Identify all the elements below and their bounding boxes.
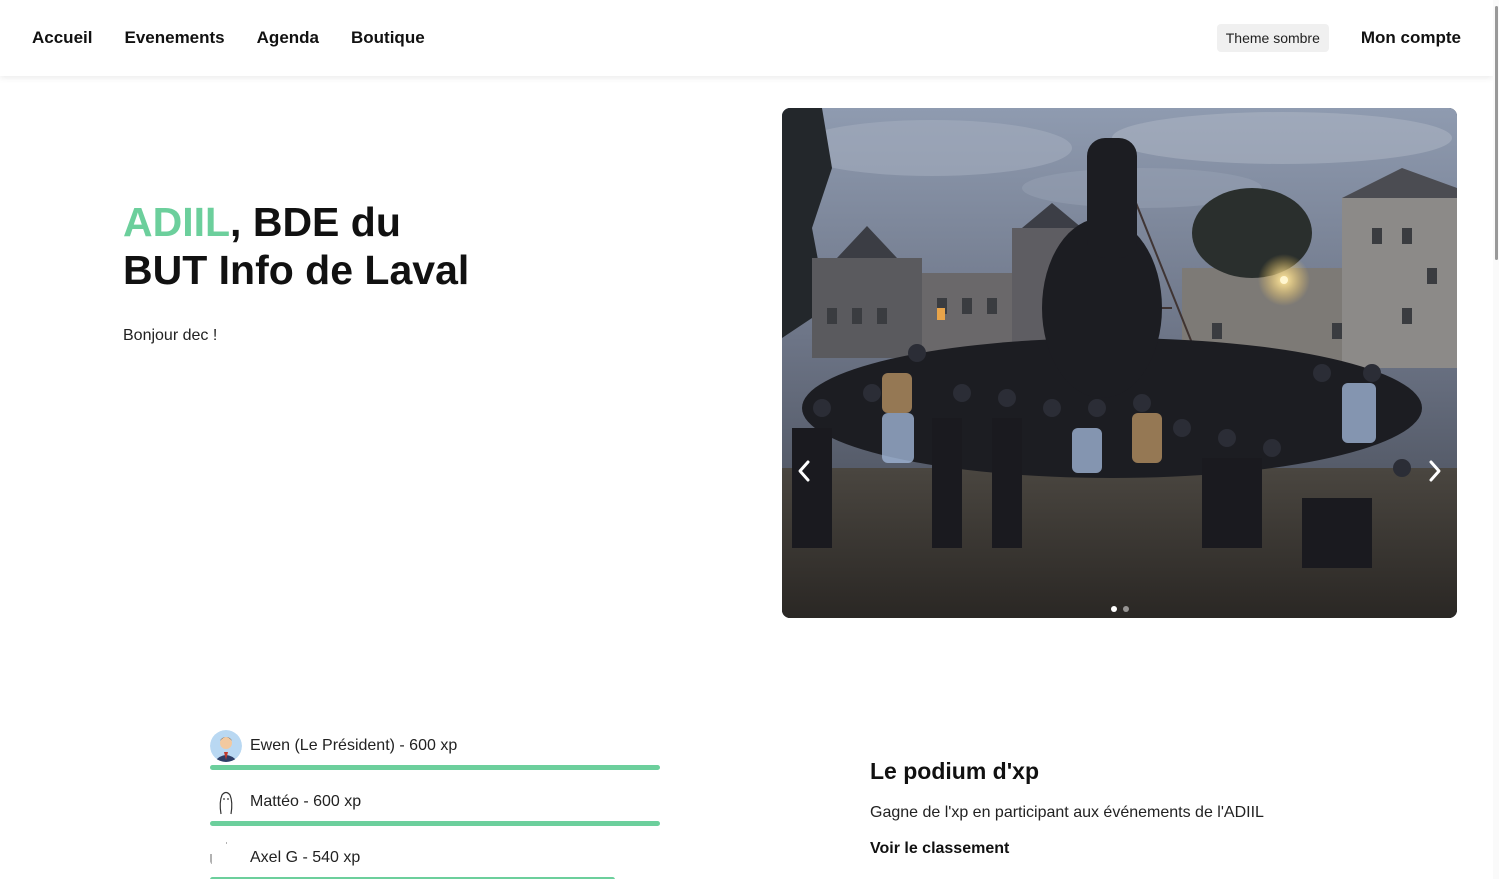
leaderboard-name: Axel G - 540 xp	[250, 849, 361, 866]
sketch-avatar-icon	[210, 786, 242, 818]
carousel-prev-button[interactable]	[790, 451, 818, 491]
theme-toggle-button[interactable]: Theme sombre	[1216, 24, 1329, 52]
nav-link-agenda[interactable]: Agenda	[257, 28, 319, 48]
navbar: Accueil Evenements Agenda Boutique Theme…	[0, 0, 1493, 76]
xp-progress-bar	[210, 821, 660, 826]
podium-description: Gagne de l'xp en participant aux événeme…	[870, 804, 1264, 821]
leaderboard-row: Ewen (Le Président) - 600 xp	[210, 728, 670, 784]
carousel-next-button[interactable]	[1421, 451, 1449, 491]
nav-link-boutique[interactable]: Boutique	[351, 28, 425, 48]
group-photo	[782, 108, 1457, 618]
scrollbar-thumb[interactable]	[1495, 6, 1498, 260]
leaderboard-row: Mattéo - 600 xp	[210, 784, 670, 840]
hero-greeting: Bonjour dec !	[123, 327, 218, 344]
leaderboard-name: Ewen (Le Président) - 600 xp	[250, 737, 458, 754]
carousel-dot-2[interactable]	[1122, 606, 1129, 612]
nav-link-evenements[interactable]: Evenements	[124, 28, 224, 48]
view-ranking-link[interactable]: Voir le classement	[870, 840, 1009, 858]
chevron-right-icon	[1429, 460, 1441, 482]
hero-title-rest: , BDE du	[230, 199, 401, 245]
nav-links: Accueil Evenements Agenda Boutique	[32, 28, 425, 48]
hero-title: ADIIL, BDE du BUT Info de Laval	[123, 198, 683, 294]
chevron-left-icon	[798, 460, 810, 482]
scrollbar[interactable]	[1493, 0, 1499, 879]
hero-title-line2: BUT Info de Laval	[123, 247, 470, 293]
account-link[interactable]: Mon compte	[1361, 28, 1461, 48]
leaderboard-row: Axel G - 540 xp	[210, 840, 670, 879]
podium-section: Le podium d'xp Gagne de l'xp en particip…	[870, 758, 1430, 858]
nav-right: Theme sombre Mon compte	[1216, 24, 1461, 52]
hero-title-accent: ADIIL	[123, 199, 231, 245]
podium-title: Le podium d'xp	[870, 758, 1040, 784]
blank-avatar-icon	[210, 842, 242, 874]
hero-section: ADIIL, BDE du BUT Info de Laval Bonjour …	[123, 198, 683, 345]
president-avatar-icon	[210, 730, 242, 762]
nav-link-accueil[interactable]: Accueil	[32, 28, 92, 48]
xp-progress-bar	[210, 765, 660, 770]
photo-carousel[interactable]	[782, 108, 1457, 618]
carousel-indicators	[782, 606, 1457, 612]
xp-leaderboard: Ewen (Le Président) - 600 xp Mattéo - 60…	[210, 728, 670, 879]
leaderboard-name: Mattéo - 600 xp	[250, 793, 362, 810]
carousel-dot-1[interactable]	[1110, 606, 1117, 612]
